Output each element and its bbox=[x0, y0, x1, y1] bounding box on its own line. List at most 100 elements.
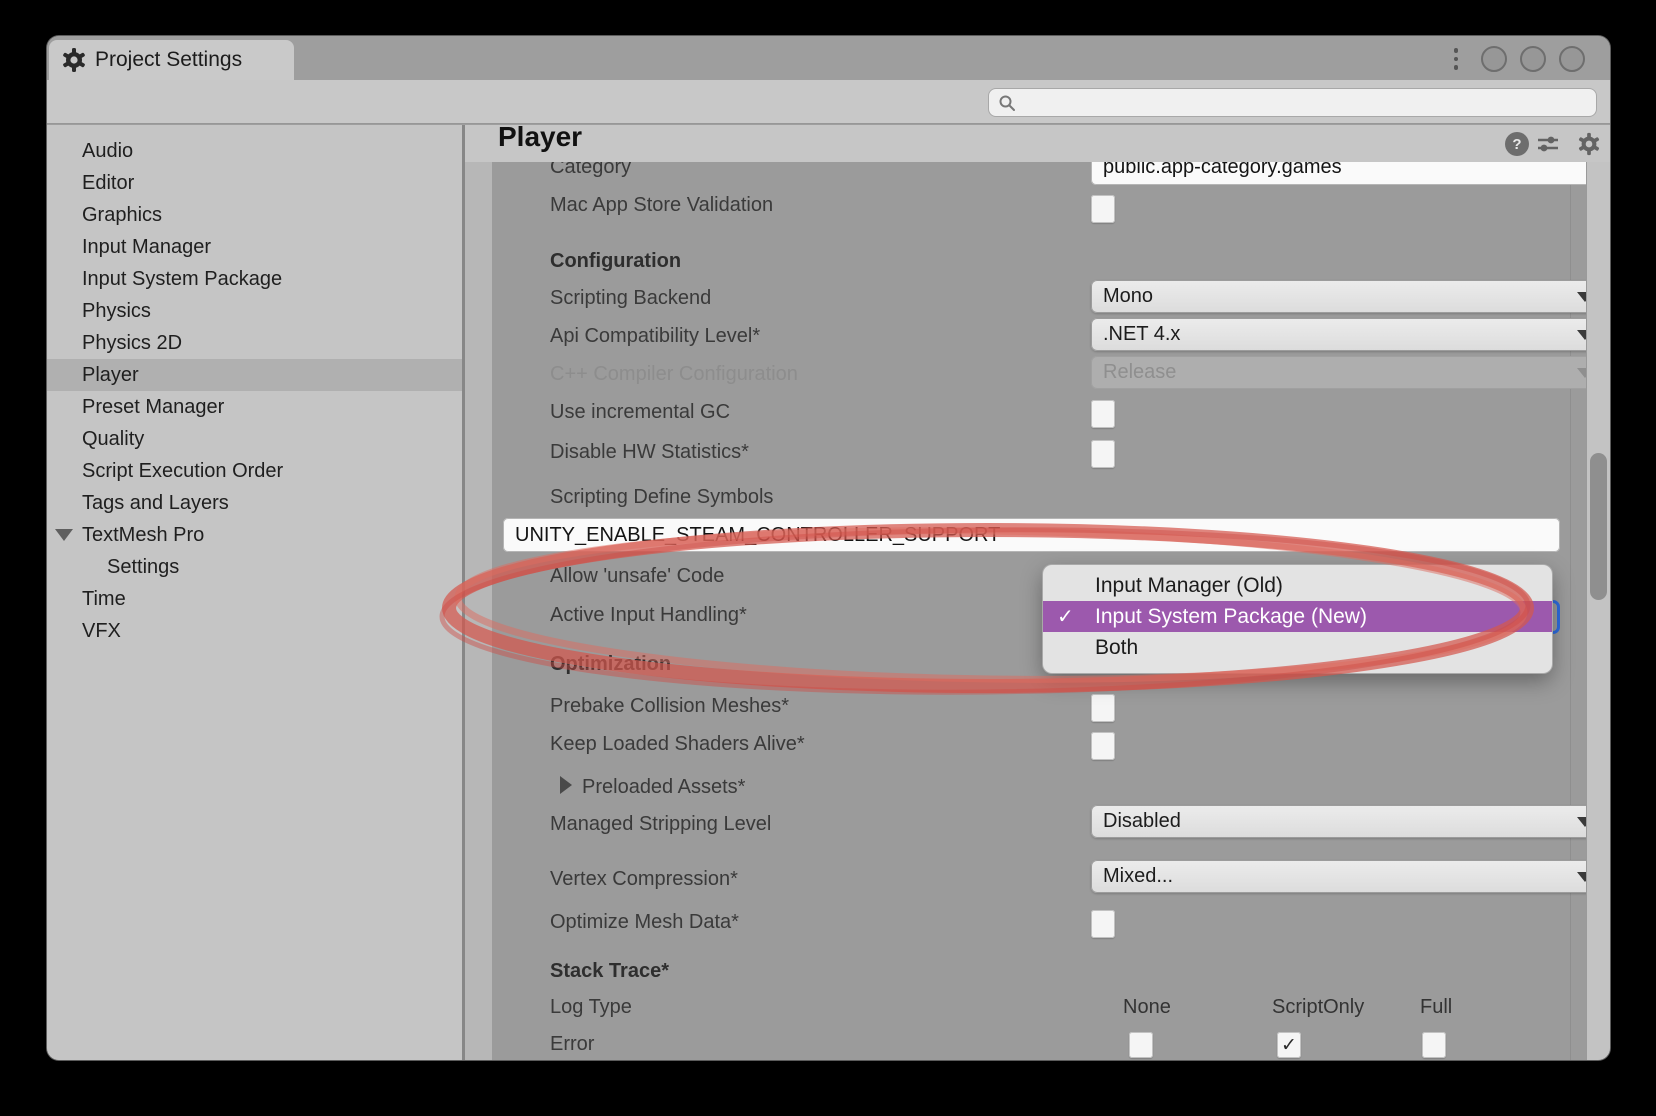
preloaded-assets-label[interactable]: Preloaded Assets* bbox=[582, 776, 745, 799]
sidebar-item-physics-2d[interactable]: Physics 2D bbox=[47, 327, 462, 359]
scripting-backend-dropdown[interactable]: Mono bbox=[1091, 280, 1586, 313]
settings-sidebar: Audio Editor Graphics Input Manager Input Sy… bbox=[47, 125, 462, 1060]
sidebar-item-label: Script Execution Order bbox=[82, 460, 283, 483]
scripting-define-symbols-label: Scripting Define Symbols bbox=[550, 486, 773, 509]
foldout-down-icon[interactable] bbox=[55, 529, 73, 541]
category-field[interactable]: public.app-category.games bbox=[1091, 162, 1586, 185]
mac-app-store-validation-checkbox[interactable] bbox=[1091, 195, 1115, 223]
column-header-none: None bbox=[1123, 996, 1171, 1019]
category-label: Category bbox=[550, 162, 631, 179]
sidebar-item-physics[interactable]: Physics bbox=[47, 295, 462, 327]
sidebar-item-settings[interactable]: Settings bbox=[47, 551, 462, 583]
sidebar-item-label: Input System Package bbox=[82, 268, 282, 291]
popup-item-label: Input System Package (New) bbox=[1095, 605, 1367, 629]
sidebar-item-time[interactable]: Time bbox=[47, 583, 462, 615]
scripting-backend-value: Mono bbox=[1103, 285, 1153, 308]
disable-hw-statistics-label: Disable HW Statistics* bbox=[550, 441, 749, 464]
sidebar-item-label: Graphics bbox=[82, 204, 162, 227]
tab-title: Project Settings bbox=[95, 48, 242, 72]
scripting-define-symbols-value: UNITY_ENABLE_STEAM_CONTROLLER_SUPPORT bbox=[515, 524, 1000, 547]
optimize-mesh-data-label: Optimize Mesh Data* bbox=[550, 911, 739, 934]
scripting-define-symbols-field[interactable]: UNITY_ENABLE_STEAM_CONTROLLER_SUPPORT bbox=[503, 518, 1560, 552]
chevron-down-icon bbox=[1577, 872, 1586, 882]
sidebar-item-label: Physics bbox=[82, 300, 151, 323]
sidebar-item-textmesh-pro[interactable]: TextMesh Pro bbox=[47, 519, 462, 551]
tab-project-settings[interactable]: Project Settings bbox=[49, 40, 294, 80]
managed-stripping-level-value: Disabled bbox=[1103, 810, 1181, 833]
sidebar-item-quality[interactable]: Quality bbox=[47, 423, 462, 455]
sidebar-item-label: Physics 2D bbox=[82, 332, 182, 355]
sidebar-item-label: Tags and Layers bbox=[82, 492, 229, 515]
use-incremental-gc-label: Use incremental GC bbox=[550, 401, 730, 424]
error-scriptonly-checkbox[interactable]: ✓ bbox=[1277, 1032, 1301, 1058]
prebake-collision-meshes-label: Prebake Collision Meshes* bbox=[550, 695, 789, 718]
log-type-label: Log Type bbox=[550, 996, 632, 1019]
scripting-backend-label: Scripting Backend bbox=[550, 287, 711, 310]
api-compatibility-value: .NET 4.x bbox=[1103, 323, 1180, 346]
sidebar-item-player[interactable]: Player bbox=[47, 359, 462, 391]
managed-stripping-level-label: Managed Stripping Level bbox=[550, 813, 771, 836]
sidebar-item-vfx[interactable]: VFX bbox=[47, 615, 462, 647]
use-incremental-gc-checkbox[interactable] bbox=[1091, 400, 1115, 428]
page-title: Player bbox=[498, 121, 582, 153]
category-value: public.app-category.games bbox=[1103, 162, 1342, 179]
sidebar-item-label: VFX bbox=[82, 620, 121, 643]
toolbar bbox=[47, 80, 1610, 124]
search-field[interactable] bbox=[988, 88, 1597, 117]
sidebar-item-label: Player bbox=[82, 364, 139, 387]
cpp-compiler-dropdown: Release bbox=[1091, 356, 1586, 389]
help-icon[interactable]: ? bbox=[1505, 132, 1529, 156]
gear-icon[interactable] bbox=[1577, 132, 1601, 156]
sidebar-item-label: Input Manager bbox=[82, 236, 211, 259]
prebake-collision-meshes-checkbox[interactable] bbox=[1091, 694, 1115, 722]
vertex-compression-label: Vertex Compression* bbox=[550, 868, 738, 891]
sidebar-item-label: Preset Manager bbox=[82, 396, 224, 419]
kebab-menu-icon[interactable] bbox=[1451, 45, 1461, 73]
popup-item-input-system-package-new[interactable]: ✓ Input System Package (New) bbox=[1043, 601, 1552, 632]
sidebar-item-label: Editor bbox=[82, 172, 134, 195]
keep-loaded-shaders-label: Keep Loaded Shaders Alive* bbox=[550, 733, 805, 756]
search-input[interactable] bbox=[1017, 92, 1557, 114]
window-button-2[interactable] bbox=[1520, 46, 1546, 72]
chevron-down-icon bbox=[1577, 817, 1586, 827]
window-button-1[interactable] bbox=[1481, 46, 1507, 72]
sidebar-item-audio[interactable]: Audio bbox=[47, 135, 462, 167]
cpp-compiler-value: Release bbox=[1103, 361, 1176, 384]
cpp-compiler-label: C++ Compiler Configuration bbox=[550, 363, 798, 386]
configuration-heading: Configuration bbox=[550, 250, 681, 273]
foldout-right-icon[interactable] bbox=[560, 776, 572, 794]
error-full-checkbox[interactable] bbox=[1422, 1032, 1446, 1058]
error-row-label: Error bbox=[550, 1033, 594, 1056]
popup-item-both[interactable]: Both bbox=[1043, 632, 1552, 663]
sidebar-item-preset-manager[interactable]: Preset Manager bbox=[47, 391, 462, 423]
api-compatibility-dropdown[interactable]: .NET 4.x bbox=[1091, 318, 1586, 351]
stack-trace-heading: Stack Trace* bbox=[550, 960, 669, 983]
column-header-full: Full bbox=[1420, 996, 1452, 1019]
window-button-3[interactable] bbox=[1559, 46, 1585, 72]
sidebar-item-tags-and-layers[interactable]: Tags and Layers bbox=[47, 487, 462, 519]
disable-hw-statistics-checkbox[interactable] bbox=[1091, 440, 1115, 468]
sidebar-item-script-execution-order[interactable]: Script Execution Order bbox=[47, 455, 462, 487]
sidebar-item-label: TextMesh Pro bbox=[82, 524, 204, 547]
sidebar-item-graphics[interactable]: Graphics bbox=[47, 199, 462, 231]
search-icon bbox=[997, 93, 1017, 113]
vertex-compression-dropdown[interactable]: Mixed... bbox=[1091, 860, 1586, 893]
popup-item-input-manager-old[interactable]: Input Manager (Old) bbox=[1043, 570, 1552, 601]
sidebar-item-editor[interactable]: Editor bbox=[47, 167, 462, 199]
tab-bar: Project Settings bbox=[47, 36, 1610, 80]
allow-unsafe-code-label: Allow 'unsafe' Code bbox=[550, 565, 724, 588]
sidebar-item-label: Quality bbox=[82, 428, 144, 451]
active-input-handling-popup: Input Manager (Old) ✓ Input System Packa… bbox=[1043, 565, 1552, 673]
sidebar-item-input-system-package[interactable]: Input System Package bbox=[47, 263, 462, 295]
check-icon: ✓ bbox=[1057, 604, 1083, 629]
presets-icon[interactable] bbox=[1536, 132, 1560, 156]
sidebar-item-input-manager[interactable]: Input Manager bbox=[47, 231, 462, 263]
pane-header: Player ? bbox=[465, 125, 1610, 162]
optimize-mesh-data-checkbox[interactable] bbox=[1091, 910, 1115, 938]
error-none-checkbox[interactable] bbox=[1129, 1032, 1153, 1058]
sidebar-item-label: Settings bbox=[107, 556, 179, 579]
scrollbar-thumb[interactable] bbox=[1590, 453, 1607, 600]
vertical-scrollbar[interactable] bbox=[1586, 162, 1610, 1060]
managed-stripping-level-dropdown[interactable]: Disabled bbox=[1091, 805, 1586, 838]
keep-loaded-shaders-checkbox[interactable] bbox=[1091, 732, 1115, 760]
